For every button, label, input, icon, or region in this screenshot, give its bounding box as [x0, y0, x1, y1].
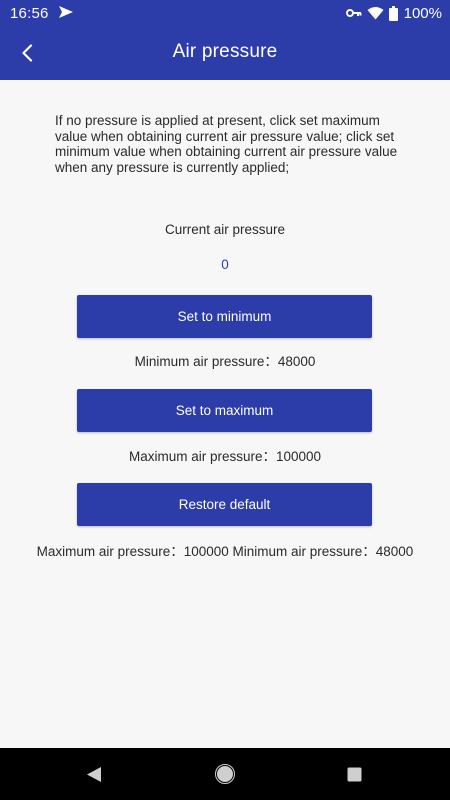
restore-default-info: Maximum air pressure：100000 Minimum air …: [36, 544, 414, 559]
restore-default-button[interactable]: Restore default: [77, 483, 372, 526]
vpn-key-icon: [345, 9, 362, 17]
status-icons: 100%: [345, 4, 442, 22]
set-maximum-button[interactable]: Set to maximum: [77, 389, 372, 432]
status-time: 16:56: [10, 5, 49, 22]
status-bar: 16:56 100%: [0, 0, 450, 26]
page-title: Air pressure: [172, 41, 278, 62]
set-minimum-button[interactable]: Set to minimum: [77, 295, 372, 338]
instructions-text: If no pressure is applied at present, cl…: [55, 113, 398, 175]
nav-home-icon: [215, 764, 235, 784]
main-content: If no pressure is applied at present, cl…: [0, 80, 450, 748]
system-nav-bar: [0, 748, 450, 800]
nav-home-button[interactable]: [215, 764, 235, 784]
current-pressure-label: Current air pressure: [164, 222, 286, 237]
battery-icon: [388, 5, 398, 21]
current-pressure-value: 0: [221, 257, 229, 272]
wifi-icon: [367, 7, 384, 20]
nav-recents-icon: [347, 767, 361, 781]
battery-percentage: 100%: [403, 4, 442, 22]
maximum-pressure-info: Maximum air pressure：100000: [128, 449, 322, 464]
send-icon: [59, 6, 73, 18]
nav-back-icon: [87, 766, 101, 782]
nav-back-button[interactable]: [84, 764, 104, 784]
nav-recents-button[interactable]: [344, 764, 364, 784]
minimum-pressure-info: Minimum air pressure：48000: [134, 354, 316, 369]
app-bar: Air pressure: [0, 26, 450, 80]
